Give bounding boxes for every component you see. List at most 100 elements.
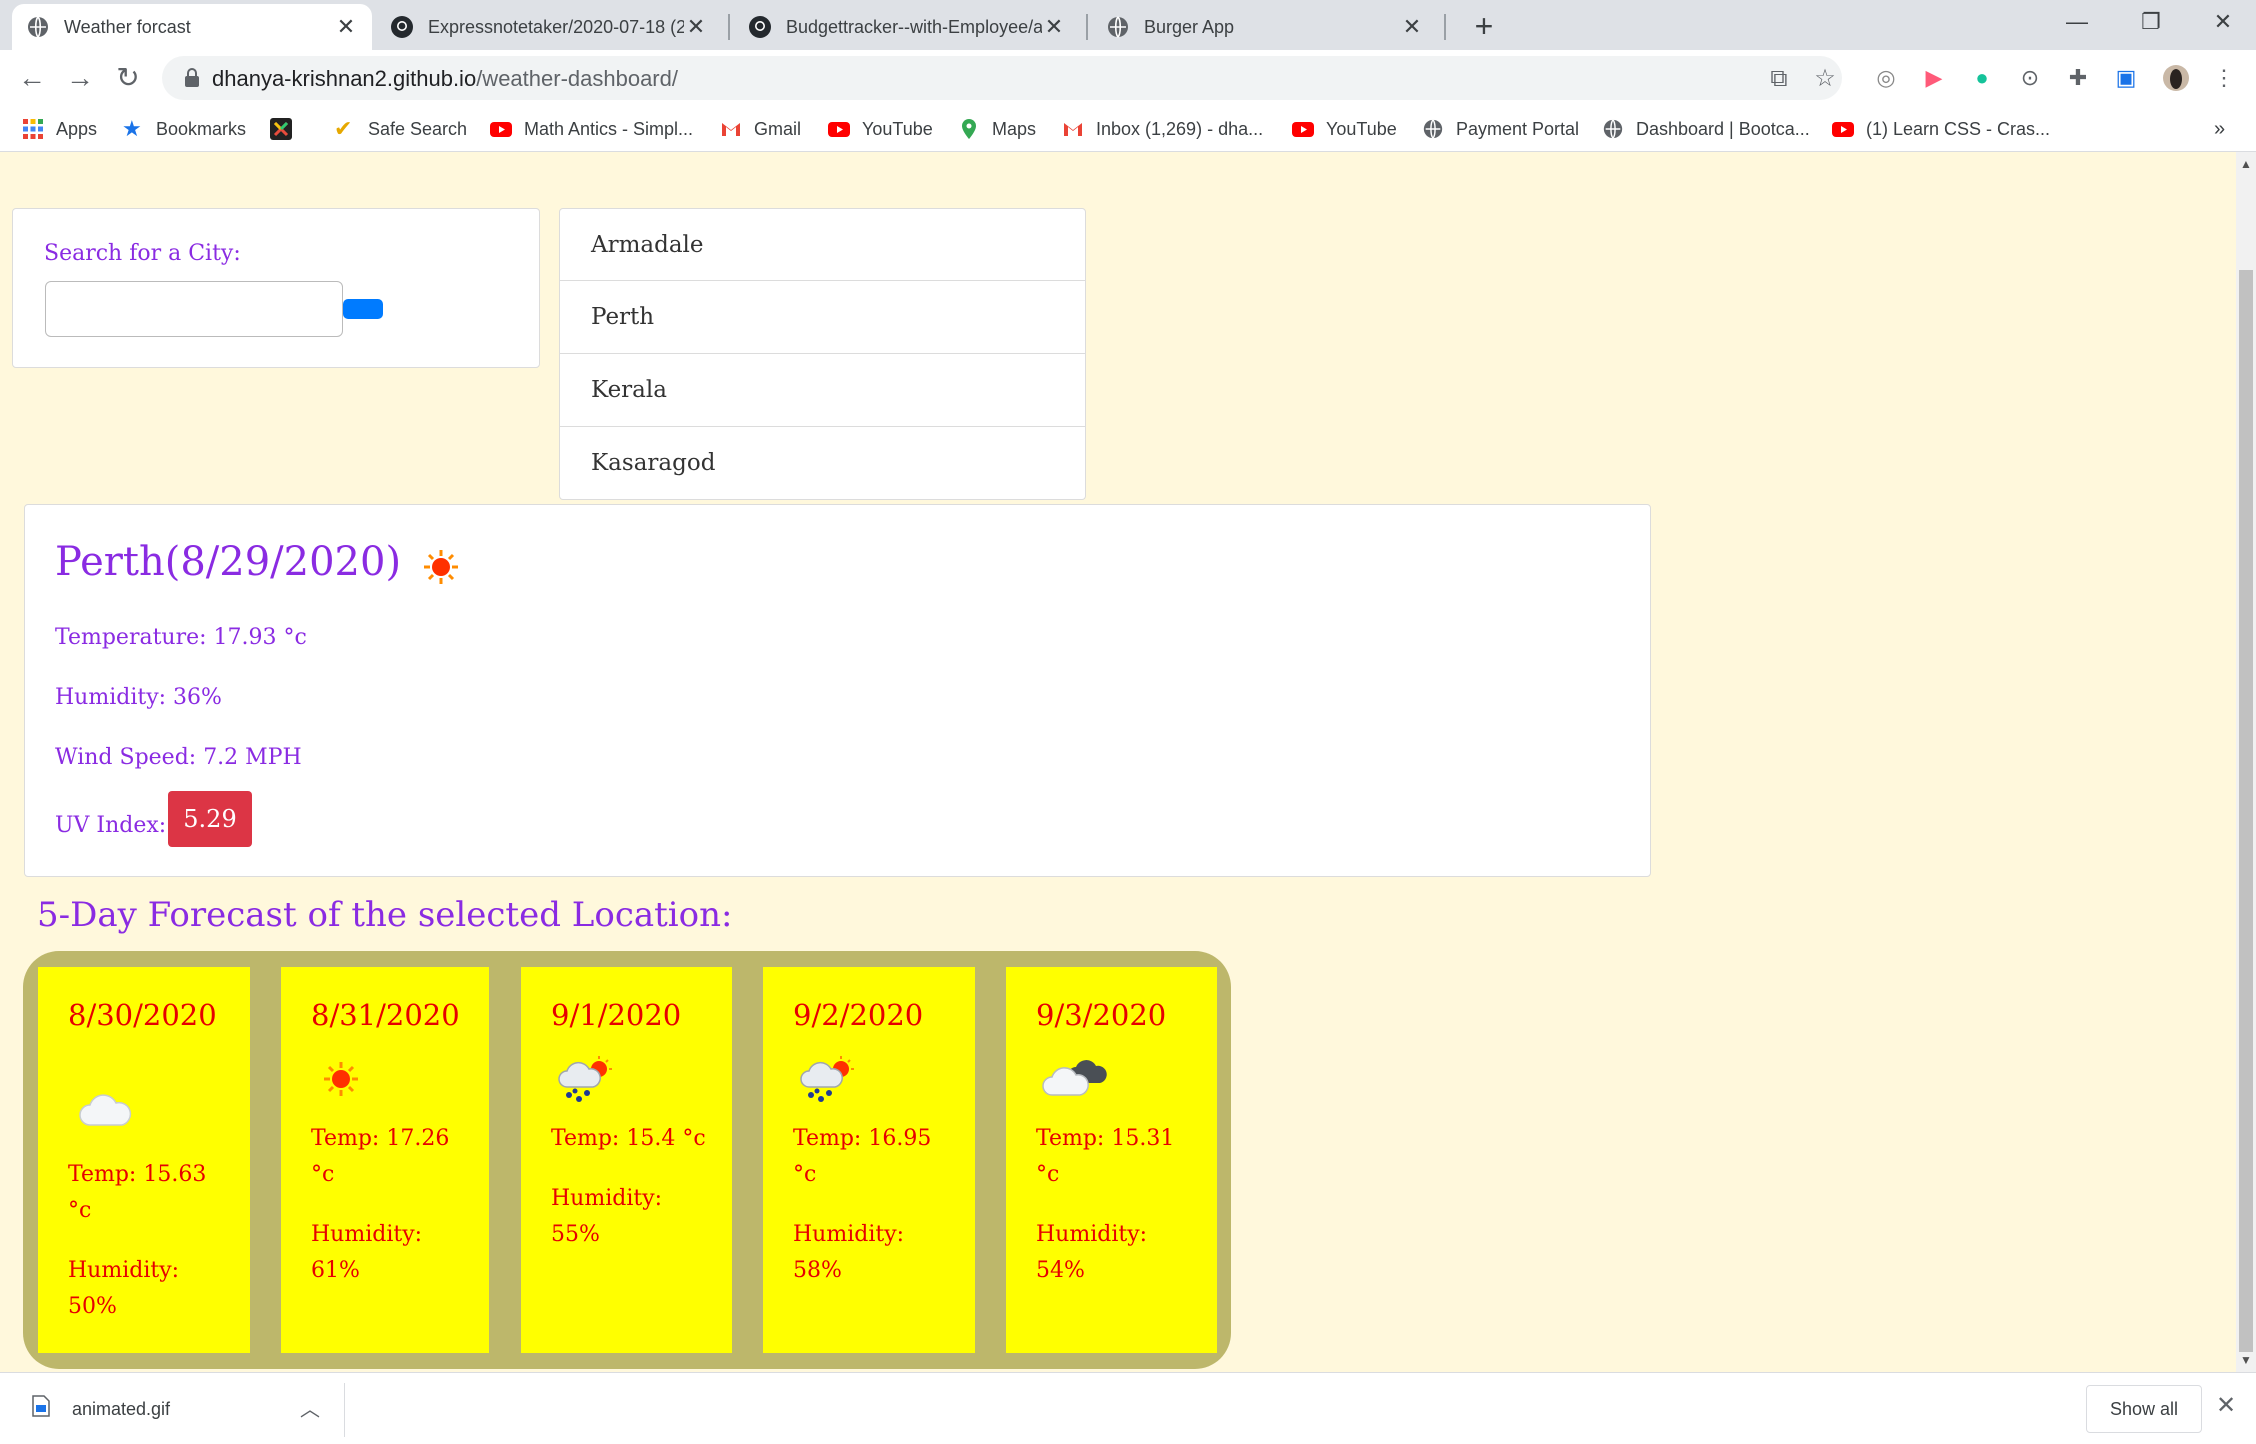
browser-toolbar: ← → ↻ dhanya-krishnan2.github.io/weather… [0,50,2256,106]
city-search-input[interactable] [45,281,343,337]
bookmark-maps[interactable]: Maps [958,114,1036,144]
bookmark-learn-css[interactable]: (1) Learn CSS - Cras... [1832,114,2050,144]
tab-strip: Weather forcast ✕ Expressnotetaker/2020-… [0,0,2256,50]
bookmark-bookmarks[interactable]: ★ Bookmarks [122,114,246,144]
globe-icon [1603,119,1623,139]
forecast-date: 9/3/2020 [1036,998,1167,1032]
city-list-item[interactable]: Perth [559,281,1086,354]
url-text: dhanya-krishnan2.github.io/weather-dashb… [212,66,678,92]
current-temperature: Temperature: 17.93 °c [55,625,307,650]
bookmark-inbox[interactable]: Inbox (1,269) - dha... [1062,114,1263,144]
scroll-up-arrow-icon[interactable]: ▲ [2236,154,2256,174]
bookmark-label: Gmail [754,118,802,139]
search-history-list: Armadale Perth Kerala Kasaragod [559,208,1086,500]
youtube-icon [828,122,850,137]
tab-weather-forcast[interactable]: Weather forcast ✕ [12,4,372,50]
sun-icon [324,1062,358,1096]
close-tab-icon[interactable]: ✕ [1042,14,1066,40]
chevron-up-icon[interactable]: ︿ [300,1393,320,1422]
gmail-icon [722,123,740,136]
current-weather-title: Perth(8/29/2020) [55,537,461,587]
youtube-icon [490,122,512,137]
minimize-button[interactable]: — [2042,0,2112,46]
vertical-scrollbar[interactable]: ▲ ▼ [2236,152,2256,1372]
current-humidity: Humidity: 36% [55,685,222,710]
tab-burger-app[interactable]: Burger App ✕ [1092,4,1438,50]
lock-icon [185,68,199,87]
close-tab-icon[interactable]: ✕ [1400,14,1424,40]
youtube-icon [1832,122,1854,137]
forecast-date: 8/30/2020 [68,998,217,1032]
puzzle-icon[interactable]: ✚ [2064,64,2092,92]
forecast-temp: Temp: 15.63 °c [68,1162,207,1223]
bookmark-label: Inbox (1,269) - dha... [1096,118,1264,139]
tab-budgettracker[interactable]: Budgettracker--with-Employee/a ✕ [734,4,1080,50]
cloud-icon [79,1094,132,1126]
scrollbar-thumb[interactable] [2239,270,2253,1352]
sun-icon [424,550,459,584]
close-tab-icon[interactable]: ✕ [684,14,708,40]
forecast-humidity: Humidity: 55% [551,1186,663,1247]
bookmark-dashboard[interactable]: Dashboard | Bootca... [1602,114,1810,144]
bookmark-payment-portal[interactable]: Payment Portal [1422,114,1579,144]
grammarly-icon[interactable]: ● [1968,64,1996,92]
city-list-item[interactable]: Armadale [559,208,1086,281]
extension-icon[interactable]: ◎ [1872,64,1900,92]
youtube-icon [1292,122,1314,137]
new-tab-button[interactable]: + [1464,6,1504,46]
back-button[interactable]: ← [12,58,52,98]
forecast-humidity: Humidity: 61% [311,1222,423,1283]
city-list-item[interactable]: Kerala [559,354,1086,427]
forecast-humidity: Humidity: 54% [1036,1222,1148,1283]
bookmark-gmail[interactable]: Gmail [720,114,801,144]
apps-grid-icon [23,119,43,139]
forecast-card: 9/2/2020 Temp: 16.95 °c Humidity: 58% [763,967,975,1353]
current-weather-card: Perth(8/29/2020) Temperature: 17.93 °c H… [24,504,1651,877]
url-host: dhanya-krishnan2.github.io [212,66,477,91]
bookmark-apps[interactable]: Apps [22,114,97,144]
bookmark-label: Safe Search [368,118,468,139]
bookmarks-overflow-button[interactable]: » [2214,114,2225,144]
globe-icon [28,16,48,38]
bookmark-math-antics[interactable]: Math Antics - Simpl... [490,114,693,144]
extension-icon[interactable]: ▶ [1920,64,1948,92]
file-icon [32,1395,50,1417]
reload-button[interactable]: ↻ [108,58,148,98]
forward-button[interactable]: → [60,58,100,98]
city-date-heading: Perth(8/29/2020) [55,539,402,585]
github-icon [391,16,413,38]
bookmark-youtube-2[interactable]: YouTube [1292,114,1397,144]
tab-separator [1086,14,1088,40]
scroll-down-arrow-icon[interactable]: ▼ [2236,1350,2256,1370]
menu-icon[interactable]: ⋮ [2210,64,2238,92]
cast-icon[interactable]: ▣ [2112,64,2140,92]
url-path: /weather-dashboard/ [476,66,678,91]
bookmark-star-icon[interactable]: ☆ [1812,66,1838,92]
close-tab-icon[interactable]: ✕ [334,14,358,40]
city-list-item[interactable]: Kasaragod [559,427,1086,500]
search-button[interactable] [343,299,383,319]
forecast-temp: Temp: 16.95 °c [793,1126,932,1187]
close-icon[interactable]: ✕ [2216,1391,2236,1420]
forecast-card: 9/3/2020 Temp: 15.31 °c Humidity: 54% [1006,967,1217,1353]
globe-icon [1108,16,1128,38]
bookmark-label: (1) Learn CSS - Cras... [1866,118,2051,139]
bookmark-safe-search[interactable]: ✔ Safe Search [334,114,467,144]
download-filename[interactable]: animated.gif [72,1399,170,1420]
bookmark-youtube[interactable]: YouTube [828,114,933,144]
extension-icon[interactable]: ⊙ [2016,64,2044,92]
cast-screen-icon[interactable]: ⧉ [1766,66,1792,92]
star-icon: ★ [122,116,142,141]
avatar[interactable] [2162,64,2190,92]
forecast-date: 9/2/2020 [793,998,924,1032]
address-bar[interactable]: dhanya-krishnan2.github.io/weather-dashb… [162,56,1842,100]
current-wind-speed: Wind Speed: 7.2 MPH [55,745,302,770]
tab-title: Budgettracker--with-Employee/a [786,16,1042,37]
tab-expressnotetaker[interactable]: Expressnotetaker/2020-07-18 (2) ✕ [376,4,722,50]
close-window-button[interactable]: ✕ [2188,0,2256,46]
maps-pin-icon [962,119,976,139]
restore-button[interactable]: ❐ [2116,0,2186,46]
show-all-button[interactable]: Show all [2086,1385,2202,1433]
bookmark-label: Dashboard | Bootca... [1636,118,1810,139]
bookmark-colorful-x[interactable] [270,114,304,144]
